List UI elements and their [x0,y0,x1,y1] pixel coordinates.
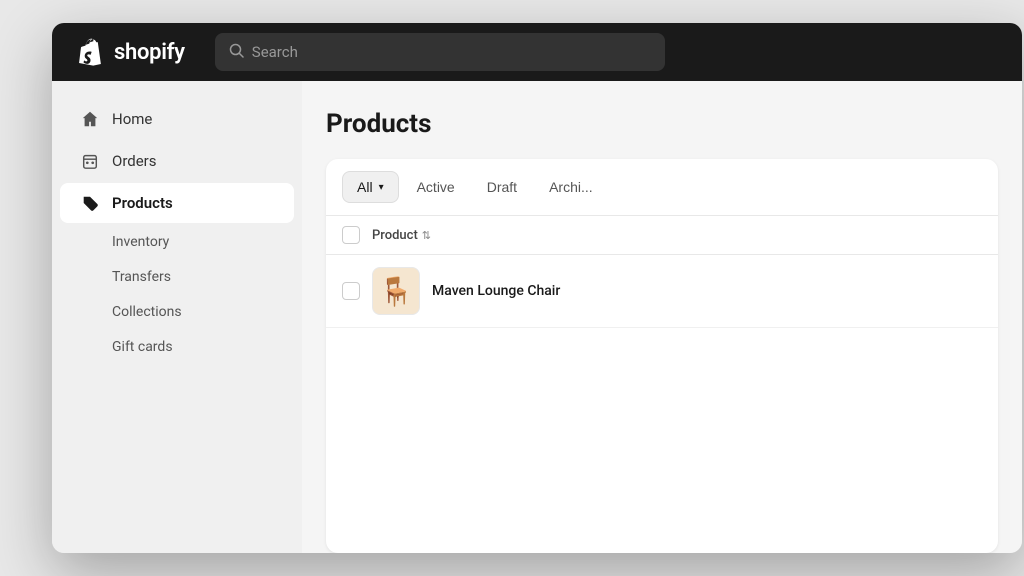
sidebar-item-orders[interactable]: Orders [60,141,294,181]
search-bar[interactable]: Search [215,33,665,71]
sidebar-item-gift-cards[interactable]: Gift cards [60,330,294,364]
app-window: shopify Search Home [52,23,1022,553]
sidebar-item-products[interactable]: Products [60,183,294,223]
logo-area: shopify [72,36,185,68]
top-navigation: shopify Search [52,23,1022,81]
product-thumbnail: 🪑 [372,267,420,315]
product-name: Maven Lounge Chair [432,283,560,299]
shopify-logo-icon [72,36,104,68]
home-icon [80,109,100,129]
filter-tab-draft[interactable]: Draft [473,172,531,202]
search-icon [229,43,244,62]
table-header: Product ⇅ [326,216,998,255]
row-checkbox[interactable] [342,282,360,300]
content-inner: Products All ▾ Active Draft [302,81,1022,553]
product-column-header[interactable]: Product ⇅ [372,228,431,243]
sidebar-home-label: Home [112,110,152,128]
table-row[interactable]: 🪑 Maven Lounge Chair [326,255,998,328]
products-table-card: All ▾ Active Draft Archi... [326,159,998,553]
orders-icon [80,151,100,171]
sidebar-products-label: Products [112,194,173,212]
sort-icon: ⇅ [422,229,431,242]
sidebar: Home Orders [52,81,302,553]
main-content: Products All ▾ Active Draft [302,81,1022,553]
sidebar-item-transfers[interactable]: Transfers [60,260,294,294]
sidebar-item-collections[interactable]: Collections [60,295,294,329]
search-placeholder-text: Search [252,43,298,61]
filter-tabs-bar: All ▾ Active Draft Archi... [326,159,998,216]
filter-tab-archived[interactable]: Archi... [535,172,607,202]
sidebar-item-inventory[interactable]: Inventory [60,225,294,259]
chevron-down-icon: ▾ [379,182,384,193]
filter-tab-active[interactable]: Active [403,172,469,202]
logo-text: shopify [114,40,185,65]
sidebar-inventory-label: Inventory [112,234,169,250]
select-all-checkbox[interactable] [342,226,360,244]
sidebar-collections-label: Collections [112,304,182,320]
page-title: Products [326,109,998,139]
sidebar-item-home[interactable]: Home [60,99,294,139]
filter-tab-all[interactable]: All ▾ [342,171,399,203]
sidebar-gift-cards-label: Gift cards [112,339,173,355]
main-area: Home Orders [52,81,1022,553]
sidebar-orders-label: Orders [112,152,157,170]
sidebar-transfers-label: Transfers [112,269,171,285]
products-tag-icon [80,193,100,213]
